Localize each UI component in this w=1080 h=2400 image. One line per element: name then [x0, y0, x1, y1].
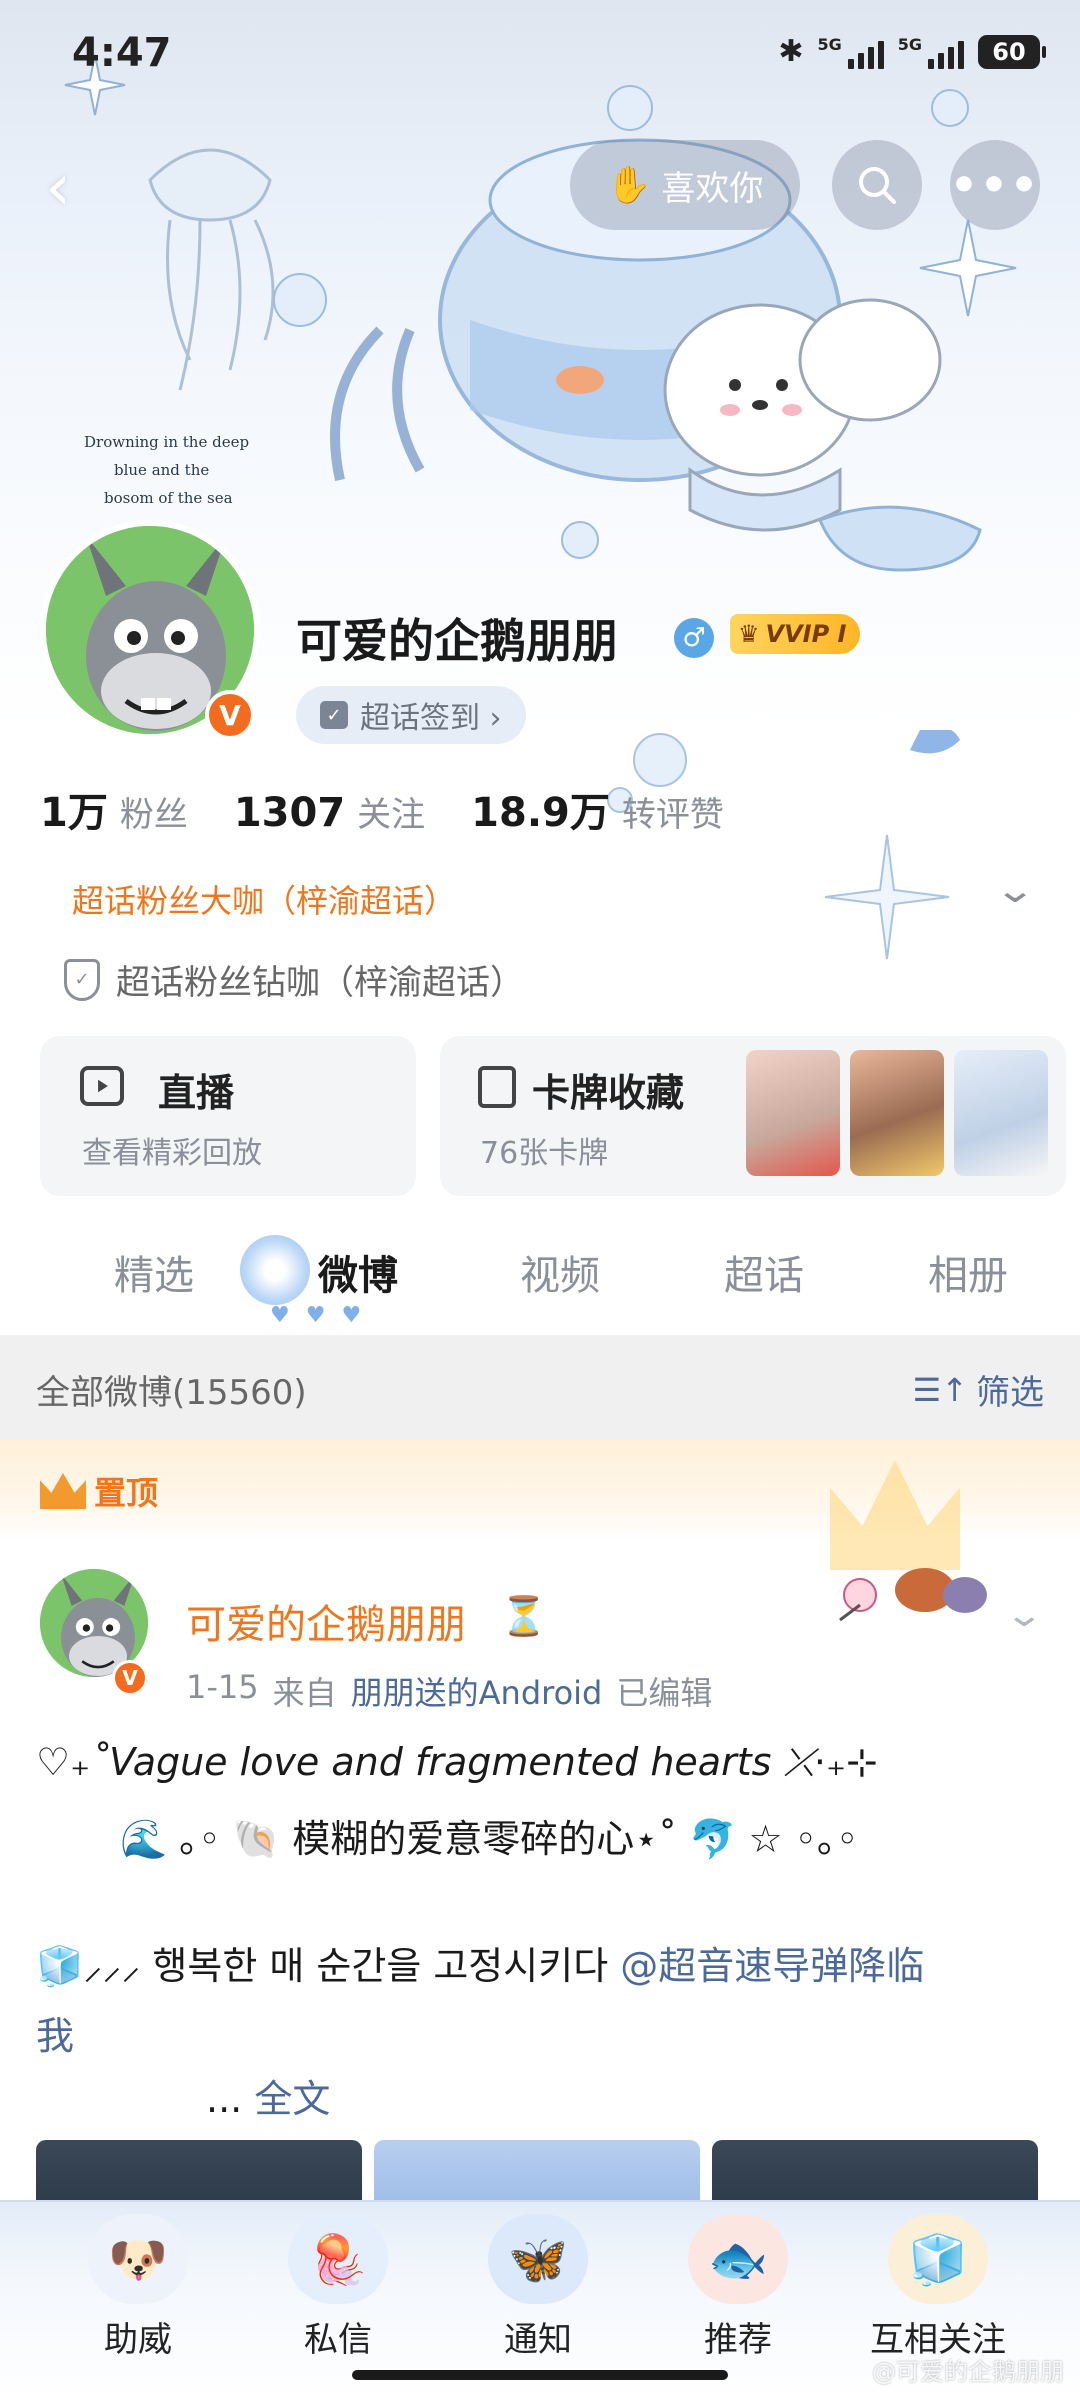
- tab-album[interactable]: 相册: [928, 1243, 1008, 1301]
- post-meta: 1-15 来自 朋朋送的Android 已编辑: [186, 1668, 712, 1714]
- post-text-line: ... 全文: [206, 2077, 331, 2121]
- cover-handwriting: Drowning in the deep blue and the bosom …: [84, 433, 250, 507]
- dog-icon: 🐶: [88, 2214, 188, 2304]
- profile-stats: 1万 粉丝 1307 关注 18.9万 转评赞: [40, 780, 770, 838]
- back-button[interactable]: ‹: [28, 148, 88, 228]
- super-topic-checkin-button[interactable]: ✓ 超话签到 ›: [296, 686, 526, 744]
- card-icon: [478, 1066, 516, 1108]
- search-button[interactable]: [832, 140, 922, 230]
- stat-followers[interactable]: 1万 粉丝: [40, 780, 188, 838]
- stat-interactions[interactable]: 18.9万 转评赞: [471, 780, 724, 838]
- jellyfish-icon: 🪼: [288, 2214, 388, 2304]
- watermark: @可爱的企鹅朋朋: [872, 2358, 1064, 2386]
- post-text-line: 🧊⸝⸝⸝ 행복한 매 순간을 고정시키다 @超音速导弹降临: [36, 1944, 925, 1988]
- mention-link[interactable]: 我: [36, 2014, 74, 2058]
- post-text-line: 🌊 ｡◦ 🐚 模糊的爱意零碎的心⋆˚ 🐬 ☆ ◦｡◦: [120, 1817, 859, 1861]
- tab-weibo[interactable]: 微博: [318, 1243, 398, 1301]
- filter-icon: ☰↑: [912, 1370, 969, 1409]
- tab-super-topic[interactable]: 超话: [724, 1243, 804, 1301]
- like-label: 喜欢你: [661, 168, 764, 209]
- pinned-label: 置顶: [40, 1468, 158, 1514]
- fan-title[interactable]: 超话粉丝大咖（梓渝超话）: [72, 876, 456, 922]
- verified-badge: V: [112, 1660, 148, 1696]
- shield-icon: ✓: [64, 958, 100, 1001]
- chevron-down-icon[interactable]: ⌄: [994, 870, 1036, 911]
- home-indicator[interactable]: [352, 2370, 728, 2380]
- collection-card-sub: 76张卡牌: [480, 1136, 609, 1171]
- signal-icon: 5G: [898, 35, 964, 69]
- cube-icon: 🧊: [888, 2214, 988, 2304]
- live-card-sub: 查看精彩回放: [82, 1136, 262, 1171]
- fan-sub-title: ✓ 超话粉丝钻咖（梓渝超话）: [64, 955, 524, 1004]
- status-time: 4:47: [72, 30, 172, 76]
- fish-icon: 🐟: [688, 2214, 788, 2304]
- more-button[interactable]: •••: [950, 140, 1040, 230]
- status-bar: 4:47 ✱ 5G 5G 60: [0, 0, 1080, 110]
- pinned-banner: 置顶: [0, 1440, 1080, 1570]
- profile-name: 可爱的企鹅朋朋: [296, 614, 618, 668]
- post-author-name[interactable]: 可爱的企鹅朋朋: [186, 1592, 466, 1650]
- chevron-down-icon[interactable]: ⌄: [1004, 1595, 1044, 1635]
- post-edited: 已编辑: [616, 1674, 713, 1712]
- post-text-line: 我: [36, 2005, 1046, 2060]
- live-card-title: 直播: [158, 1071, 235, 1115]
- back-arrow-icon: ‹: [45, 151, 71, 225]
- filter-bar: 全部微博(15560) ☰↑ 筛选: [0, 1335, 1080, 1440]
- tab-videos[interactable]: 视频: [520, 1243, 600, 1301]
- butterfly-icon: 🦋: [488, 2214, 588, 2304]
- post-text-line: ♡₊˚Vague love and fragmented hearts ⤫⋅₊⊹: [36, 1740, 878, 1784]
- recommend-button[interactable]: 🐟 推荐: [648, 2214, 828, 2361]
- post-date: 1-15: [186, 1668, 259, 1706]
- tv-icon: [80, 1066, 124, 1106]
- mention-link[interactable]: @超音速导弹降临: [620, 1944, 924, 1988]
- hand-icon: ✋: [606, 165, 652, 206]
- filter-button[interactable]: ☰↑ 筛选: [913, 1365, 1045, 1414]
- card-thumbnail[interactable]: [954, 1050, 1048, 1176]
- crown-icon: [40, 1473, 86, 1509]
- profile-tabs: 精选 微博 ♥ ♥ ♥ 视频 超话 相册: [0, 1225, 1080, 1335]
- notify-button[interactable]: 🦋 通知: [448, 2214, 628, 2361]
- signal-icon: 5G: [817, 35, 884, 69]
- cheer-button[interactable]: 🐶 助威: [48, 2214, 228, 2361]
- status-icons: ✱ 5G 5G 60: [778, 34, 1046, 69]
- battery-icon: 60: [978, 34, 1046, 69]
- card-thumbnail[interactable]: [850, 1050, 944, 1176]
- post-from: 来自: [272, 1674, 337, 1712]
- card-thumbnails: [746, 1050, 1048, 1176]
- mutual-follow-button[interactable]: 🧊 互相关注: [848, 2214, 1028, 2361]
- full-text-link[interactable]: 全文: [254, 2077, 330, 2121]
- verified-badge: V: [205, 690, 255, 740]
- vip-badge[interactable]: ♛ VVIP I: [730, 614, 861, 654]
- hearts-icon: ♥ ♥ ♥: [270, 1303, 362, 1328]
- gender-male-icon: ♂: [674, 618, 714, 658]
- message-button[interactable]: 🪼 私信: [248, 2214, 428, 2361]
- post-source[interactable]: 朋朋送的Android: [351, 1668, 603, 1714]
- card-thumbnail[interactable]: [746, 1050, 840, 1176]
- calendar-icon: ✓: [320, 701, 348, 729]
- flower-icon: [240, 1235, 310, 1305]
- live-card[interactable]: 直播 查看精彩回放: [40, 1036, 416, 1196]
- crown-icon: ♛: [738, 620, 760, 648]
- like-you-button[interactable]: ✋ 喜欢你: [570, 140, 800, 230]
- sticker-decor: [839, 1568, 987, 1622]
- search-icon: [859, 167, 896, 204]
- card-collection-card[interactable]: 卡牌收藏 76张卡牌: [440, 1036, 1066, 1196]
- bluetooth-icon: ✱: [778, 34, 804, 69]
- more-icon: •••: [949, 159, 1041, 211]
- stat-following[interactable]: 1307 关注: [234, 787, 425, 836]
- hourglass-icon: ⏳: [500, 1594, 548, 1638]
- tab-featured[interactable]: 精选: [114, 1243, 194, 1301]
- collection-card-title: 卡牌收藏: [532, 1071, 685, 1115]
- all-weibo-count: 全部微博(15560): [36, 1373, 307, 1413]
